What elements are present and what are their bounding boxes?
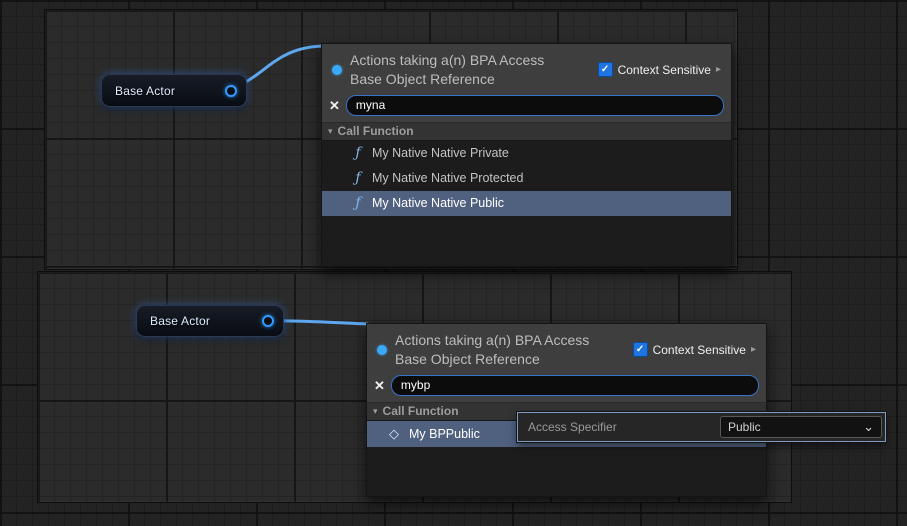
context-sensitive-group: ✓ Context Sensitive ▸: [633, 342, 758, 357]
search-row: ✕: [322, 93, 731, 122]
results-list: ƒ My Native Native Private ƒ My Native N…: [322, 141, 731, 266]
item-label: My Native Native Private: [372, 146, 509, 160]
menu-header: Actions taking a(n) BPA Access Base Obje…: [367, 324, 766, 373]
object-output-pin-icon[interactable]: [225, 85, 237, 97]
collapse-triangle-icon[interactable]: ▾: [328, 127, 333, 136]
category-label: Call Function: [338, 124, 414, 138]
list-item[interactable]: ƒ My Native Native Protected: [322, 166, 731, 191]
chevron-down-icon: ⌄: [863, 423, 874, 431]
menu-header: Actions taking a(n) BPA Access Base Obje…: [322, 44, 731, 93]
category-label: Call Function: [383, 404, 459, 418]
context-sensitive-label: Context Sensitive: [618, 63, 711, 77]
context-menu-bottom: Actions taking a(n) BPA Access Base Obje…: [366, 323, 767, 497]
category-header-call-function[interactable]: ▾ Call Function: [322, 122, 731, 141]
base-actor-node-bottom[interactable]: Base Actor: [136, 305, 284, 337]
check-icon: ✓: [601, 65, 609, 75]
node-label: Base Actor: [150, 314, 210, 328]
function-icon: ƒ: [353, 171, 363, 185]
context-sensitive-group: ✓ Context Sensitive ▸: [598, 62, 723, 77]
list-item-selected[interactable]: ƒ My Native Native Public: [322, 191, 731, 216]
clear-search-icon[interactable]: ✕: [329, 99, 340, 112]
search-row: ✕: [367, 373, 766, 402]
actions-title: Actions taking a(n) BPA Access Base Obje…: [395, 331, 613, 369]
access-specifier-dropdown[interactable]: Public ⌄: [720, 416, 882, 438]
object-output-pin-icon[interactable]: [262, 315, 274, 327]
clear-search-icon[interactable]: ✕: [374, 379, 385, 392]
function-icon: ƒ: [353, 146, 363, 160]
list-item[interactable]: ƒ My Native Native Private: [322, 141, 731, 166]
search-input[interactable]: [391, 375, 759, 396]
function-icon: ƒ: [353, 196, 363, 210]
item-label: My Native Native Protected: [372, 171, 523, 185]
object-reference-pin-icon: [377, 345, 387, 355]
access-specifier-popup: Access Specifier Public ⌄: [517, 412, 886, 442]
expander-right-icon[interactable]: ▸: [716, 64, 723, 75]
item-label: My Native Native Public: [372, 196, 504, 210]
item-label: My BPPublic: [409, 427, 480, 441]
expander-right-icon[interactable]: ▸: [751, 344, 758, 355]
dropdown-value: Public: [728, 420, 761, 434]
context-sensitive-label: Context Sensitive: [653, 343, 746, 357]
context-sensitive-checkbox[interactable]: ✓: [598, 62, 613, 77]
node-label: Base Actor: [115, 84, 175, 98]
collapse-triangle-icon[interactable]: ▾: [373, 407, 378, 416]
blueprint-function-icon: ◇: [388, 427, 400, 440]
search-input[interactable]: [346, 95, 724, 116]
object-reference-pin-icon: [332, 65, 342, 75]
blueprint-editor: Base Actor Base Actor Actions taking a(n…: [0, 0, 907, 526]
context-menu-top: Actions taking a(n) BPA Access Base Obje…: [321, 43, 732, 267]
access-specifier-label: Access Specifier: [518, 420, 617, 434]
context-sensitive-checkbox[interactable]: ✓: [633, 342, 648, 357]
check-icon: ✓: [636, 345, 644, 355]
base-actor-node-top[interactable]: Base Actor: [101, 74, 247, 107]
actions-title: Actions taking a(n) BPA Access Base Obje…: [350, 51, 568, 89]
